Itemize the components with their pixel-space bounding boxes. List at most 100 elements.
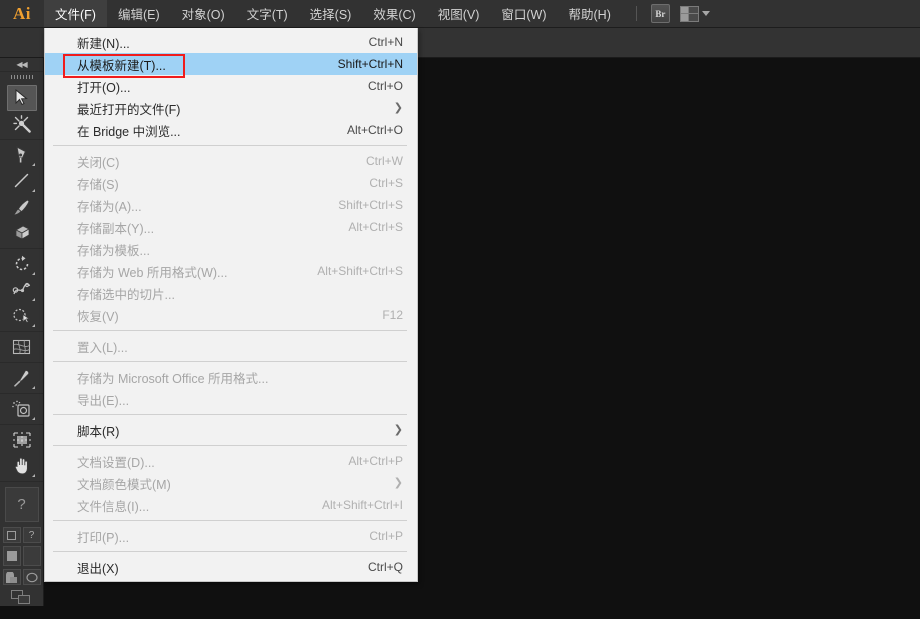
width-tool-flyout-arrow (31, 297, 35, 301)
file-menu-item: 置入(L)... (45, 335, 417, 357)
menu-bar-item-3[interactable]: 文字(T) (236, 0, 299, 27)
color-fill-button[interactable] (2, 546, 21, 566)
eyedropper-tool[interactable] (7, 365, 37, 391)
magic-wand-tool[interactable] (7, 111, 37, 137)
menu-separator (53, 330, 407, 331)
fill-swatch[interactable] (2, 527, 21, 543)
file-menu-item[interactable]: 新建(N)... Ctrl+N (45, 31, 417, 53)
file-menu-item: 文档设置(D)... Alt+Ctrl+P (45, 450, 417, 472)
menu-bar-item-1[interactable]: 编辑(E) (107, 0, 171, 27)
menu-bar-item-7[interactable]: 窗口(W) (490, 0, 557, 27)
tools-panel: ◀◀ ? ? (0, 58, 44, 606)
menu-bar-item-8[interactable]: 帮助(H) (558, 0, 622, 27)
menu-bar: Ai 文件(F) 编辑(E) 对象(O) 文字(T) 选择(S) 效果(C) 视图(V) 窗口… (0, 0, 920, 28)
file-menu-item[interactable]: 最近打开的文件(F) ❯ (45, 97, 417, 119)
menu-bar-item-4[interactable]: 选择(S) (299, 0, 363, 27)
menu-row-wrapper: 文档设置(D)... Alt+Ctrl+P (45, 450, 417, 472)
menu-row-wrapper: 文档颜色模式(M) ❯ (45, 472, 417, 494)
hand-tool[interactable] (7, 453, 37, 479)
pen-tool[interactable] (7, 142, 37, 168)
menu-row-wrapper: 关闭(C) Ctrl+W (45, 150, 417, 172)
file-menu-item: 存储(S) Ctrl+S (45, 172, 417, 194)
file-menu-item-label: 存储选中的切片... (77, 287, 175, 302)
draw-normal-icon (10, 590, 33, 606)
bridge-icon[interactable]: Br (650, 4, 670, 23)
file-menu-item-shortcut: Alt+Ctrl+S (348, 220, 403, 234)
file-menu-item-shortcut: Ctrl+N (368, 35, 403, 49)
file-menu-item-label: 关闭(C) (77, 155, 120, 170)
menu-bar-item-5[interactable]: 效果(C) (362, 0, 426, 27)
file-menu-item[interactable]: 在 Bridge 中浏览... Alt+Ctrl+O (45, 119, 417, 141)
menu-bar-item-2[interactable]: 对象(O) (171, 0, 236, 27)
file-menu-item: 存储为模板... (45, 238, 417, 260)
selection-tool[interactable] (6, 84, 37, 111)
file-menu-item[interactable]: 从模板新建(T)... Shift+Ctrl+N (45, 53, 417, 75)
paintbrush-tool[interactable] (7, 194, 37, 220)
mesh-tool[interactable] (7, 334, 37, 360)
toolbar-drag-handle[interactable] (0, 72, 43, 83)
stroke-swatch[interactable]: ? (22, 527, 41, 543)
file-menu-item: 存储选中的切片... (45, 282, 417, 304)
toolbar-collapse-button[interactable]: ◀◀ (0, 58, 43, 73)
menu-row-wrapper: 最近打开的文件(F) ❯ (45, 97, 417, 119)
menu-separator (53, 361, 407, 362)
file-menu-item-label: 存储为 Microsoft Office 所用格式... (77, 371, 269, 386)
menu-row-wrapper: 新建(N)... Ctrl+N (45, 31, 417, 53)
file-menu-item[interactable]: 打开(O)... Ctrl+O (45, 75, 417, 97)
tool-group-symbols (0, 394, 43, 425)
menu-row-wrapper: 置入(L)... (45, 335, 417, 357)
width-tool[interactable] (7, 277, 37, 303)
shape-builder-tool[interactable] (7, 303, 37, 329)
menu-bar-items: 文件(F) 编辑(E) 对象(O) 文字(T) 选择(S) 效果(C) 视图(V) 窗口(W)… (44, 0, 622, 27)
tool-placeholder-box[interactable]: ? (4, 486, 39, 522)
paint-mode-row (2, 569, 41, 585)
file-menu-dropdown[interactable]: 新建(N)... Ctrl+N 从模板新建(T)... Shift+Ctrl+N 打开(… (44, 28, 418, 582)
file-menu-item-shortcut: Alt+Ctrl+P (348, 454, 403, 468)
file-menu-item-label: 存储副本(Y)... (77, 221, 155, 236)
menu-row-wrapper: 恢复(V) F12 (45, 304, 417, 326)
file-menu-item: 存储为 Web 所用格式(W)... Alt+Shift+Ctrl+S (45, 260, 417, 282)
file-menu-item-label: 最近打开的文件(F) (77, 102, 181, 117)
file-menu-item-label: 存储(S) (77, 177, 119, 192)
file-menu-item-label: 脚本(R) (77, 424, 120, 439)
blob-brush-tool[interactable] (7, 220, 37, 246)
file-menu-item-label: 导出(E)... (77, 393, 130, 408)
artboard-tool[interactable] (7, 427, 37, 453)
chevron-right-icon: ❯ (393, 101, 403, 114)
eyedropper-flyout-arrow (31, 385, 35, 389)
file-menu-item[interactable]: 退出(X) Ctrl+Q (45, 556, 417, 578)
menu-row-wrapper: 文件信息(I)... Alt+Shift+Ctrl+I (45, 494, 417, 516)
tool-group-drawing (0, 140, 43, 249)
file-menu-item: 导出(E)... (45, 388, 417, 410)
file-menu-item[interactable]: 脚本(R) ❯ (45, 419, 417, 441)
file-menu-item: 文档颜色模式(M) ❯ (45, 472, 417, 494)
symbol-sprayer-tool[interactable] (7, 396, 37, 422)
drawing-mode-row[interactable] (3, 590, 41, 606)
menu-bar-item-0[interactable]: 文件(F) (44, 0, 107, 27)
file-menu-item: 打印(P)... Ctrl+P (45, 525, 417, 547)
rotate-tool[interactable] (7, 251, 37, 277)
none-mode-button[interactable] (22, 569, 41, 585)
color-stroke-button[interactable] (22, 546, 41, 566)
file-menu-item-shortcut: Shift+Ctrl+N (337, 57, 403, 71)
line-segment-tool[interactable] (7, 168, 37, 194)
file-menu-item-shortcut: Alt+Shift+Ctrl+S (317, 264, 403, 278)
menu-row-wrapper: 从模板新建(T)... Shift+Ctrl+N (45, 53, 417, 78)
file-menu-item-shortcut: Ctrl+O (367, 79, 403, 93)
workspace-switcher-button[interactable] (679, 5, 710, 22)
file-menu-item-label: 打印(P)... (77, 530, 130, 545)
tool-group-selection (0, 83, 43, 140)
menu-separator (53, 551, 407, 552)
file-menu-item-label: 退出(X) (77, 561, 119, 576)
file-menu-item-shortcut: Ctrl+P (369, 529, 403, 543)
gradient-mode-button[interactable] (2, 569, 21, 585)
file-menu-item-shortcut: Ctrl+Q (367, 560, 403, 574)
file-menu-item: 存储为(A)... Shift+Ctrl+S (45, 194, 417, 216)
workspace-grid-icon (679, 5, 699, 22)
menu-row-wrapper: 存储为 Web 所用格式(W)... Alt+Shift+Ctrl+S (45, 260, 417, 282)
menu-separator (53, 145, 407, 146)
menu-row-wrapper: 存储选中的切片... (45, 282, 417, 304)
menu-separator (53, 445, 407, 446)
menu-row-wrapper: 存储为模板... (45, 238, 417, 260)
menu-bar-item-6[interactable]: 视图(V) (427, 0, 491, 27)
